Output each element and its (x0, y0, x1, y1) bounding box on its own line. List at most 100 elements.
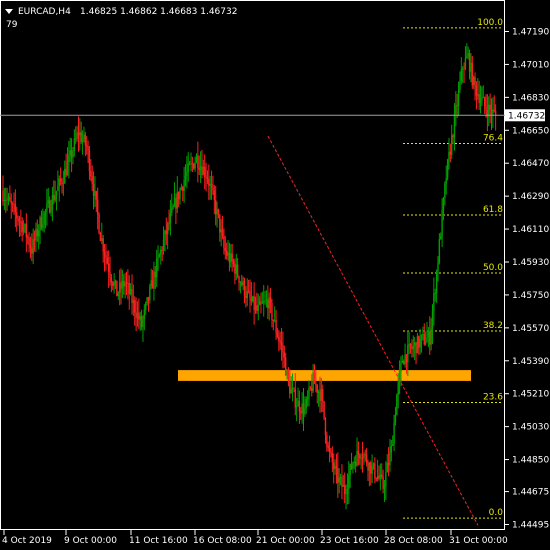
candle[interactable] (440, 232, 442, 240)
candle[interactable] (431, 304, 434, 345)
candle[interactable] (444, 181, 446, 206)
candle[interactable] (294, 373, 296, 416)
candle[interactable] (214, 186, 217, 226)
candle[interactable] (361, 441, 364, 473)
candle[interactable] (386, 454, 388, 473)
candle[interactable] (72, 146, 74, 165)
candle[interactable] (283, 345, 286, 368)
candle[interactable] (365, 447, 368, 467)
candle[interactable] (94, 176, 96, 208)
candle[interactable] (415, 341, 417, 365)
candle[interactable] (193, 162, 195, 170)
candle[interactable] (132, 284, 135, 316)
candle[interactable] (58, 175, 60, 202)
candle[interactable] (374, 457, 376, 484)
candle[interactable] (389, 438, 391, 472)
candle[interactable] (145, 301, 147, 315)
candle[interactable] (29, 236, 32, 259)
candle[interactable] (76, 125, 78, 142)
candle[interactable] (169, 199, 172, 236)
candle[interactable] (80, 121, 82, 145)
candle[interactable] (103, 244, 106, 272)
candle[interactable] (289, 369, 291, 399)
candle[interactable] (468, 49, 471, 80)
candle[interactable] (10, 193, 12, 219)
candle[interactable] (315, 370, 317, 393)
candle[interactable] (282, 331, 284, 369)
candle[interactable] (177, 191, 180, 208)
candle[interactable] (128, 275, 130, 310)
candle[interactable] (471, 55, 473, 89)
candle[interactable] (225, 242, 228, 260)
candle[interactable] (290, 376, 292, 394)
candle[interactable] (70, 138, 73, 173)
candle[interactable] (396, 393, 398, 416)
candle[interactable] (55, 190, 58, 211)
candle[interactable] (422, 326, 424, 341)
candle[interactable] (204, 154, 206, 190)
candle[interactable] (404, 343, 406, 368)
candle[interactable] (356, 437, 358, 467)
candle[interactable] (398, 360, 401, 395)
candle[interactable] (306, 390, 309, 407)
candle[interactable] (136, 301, 139, 327)
candle[interactable] (379, 463, 382, 491)
candle[interactable] (319, 376, 321, 413)
candle[interactable] (316, 383, 318, 404)
candle[interactable] (494, 104, 497, 131)
candle[interactable] (328, 435, 331, 463)
candle[interactable] (378, 465, 380, 481)
candle[interactable] (109, 256, 111, 286)
candle[interactable] (221, 216, 224, 240)
candle[interactable] (125, 271, 128, 296)
candle[interactable] (394, 406, 397, 426)
candle[interactable] (150, 268, 152, 290)
candle[interactable] (263, 284, 265, 317)
candle[interactable] (208, 164, 210, 200)
candle[interactable] (339, 473, 342, 486)
candle[interactable] (257, 293, 259, 321)
candle[interactable] (223, 228, 225, 255)
candle[interactable] (397, 372, 399, 409)
candle[interactable] (210, 170, 213, 200)
candle[interactable] (106, 250, 108, 265)
candle[interactable] (232, 258, 235, 268)
candle[interactable] (311, 374, 313, 397)
candle[interactable] (293, 387, 295, 393)
candle[interactable] (21, 217, 23, 242)
candle[interactable] (96, 187, 99, 230)
candle[interactable] (179, 187, 181, 205)
candle[interactable] (493, 95, 495, 113)
candle[interactable] (392, 435, 394, 447)
candle[interactable] (121, 269, 124, 299)
candle[interactable] (162, 226, 165, 255)
candle[interactable] (258, 296, 261, 306)
candle[interactable] (324, 417, 327, 444)
candle[interactable] (334, 459, 336, 475)
candle[interactable] (32, 228, 34, 265)
candle[interactable] (61, 177, 63, 194)
candle[interactable] (429, 316, 431, 355)
candle[interactable] (338, 468, 340, 494)
candle[interactable] (341, 464, 343, 500)
candle[interactable] (479, 85, 482, 114)
candle[interactable] (308, 380, 310, 407)
candle[interactable] (460, 57, 463, 85)
candle[interactable] (165, 217, 167, 246)
candle[interactable] (246, 278, 248, 307)
candle[interactable] (376, 459, 379, 482)
candle[interactable] (127, 269, 129, 300)
candle[interactable] (101, 222, 103, 245)
candle[interactable] (99, 231, 102, 242)
candle[interactable] (187, 152, 189, 182)
candle[interactable] (348, 461, 350, 505)
candle[interactable] (14, 189, 17, 228)
candle[interactable] (65, 153, 67, 178)
candle[interactable] (385, 461, 387, 501)
candle[interactable] (323, 400, 325, 421)
candle[interactable] (472, 75, 475, 90)
candle[interactable] (66, 147, 69, 176)
candle[interactable] (261, 291, 264, 305)
candle[interactable] (478, 80, 480, 111)
candle[interactable] (28, 231, 30, 253)
